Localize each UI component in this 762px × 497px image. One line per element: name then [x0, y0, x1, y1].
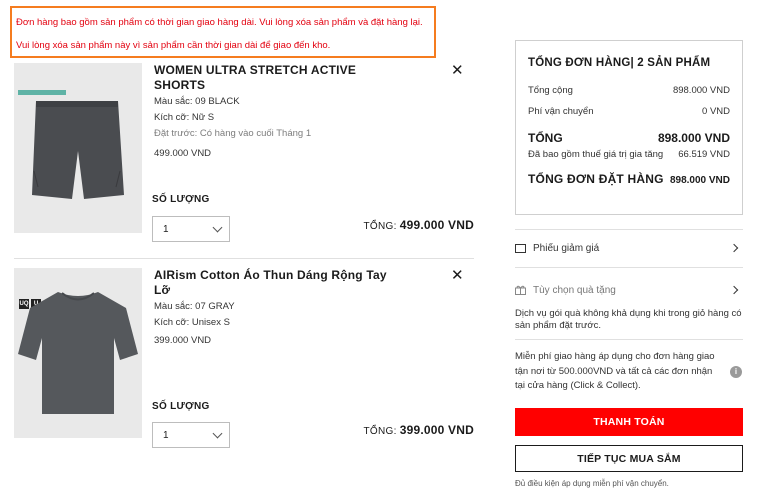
- total-value: 898.000 VND: [657, 131, 730, 145]
- free-shipping-note: Miễn phí giao hàng áp dụng cho đơn hàng …: [515, 351, 715, 391]
- grand-total-label: TỔNG ĐƠN ĐẶT HÀNG: [528, 172, 664, 186]
- quantity-select[interactable]: 1: [152, 216, 230, 242]
- shipping-row: Phí vận chuyển 0 VND: [528, 106, 730, 117]
- alert-line-1: Đơn hàng bao gồm sản phẩm có thời gian g…: [16, 17, 423, 28]
- subtotal-row: Tổng cộng 898.000 VND: [528, 85, 730, 96]
- item-total-label: TỔNG:: [363, 426, 397, 437]
- grand-total-value: 898.000 VND: [669, 175, 730, 186]
- product-image-shorts[interactable]: [14, 63, 142, 233]
- item-total: TỔNG: 499.000 VND: [363, 218, 474, 232]
- tax-label: Đã bao gồm thuế giá trị gia tăng: [528, 149, 664, 160]
- quantity-label: SỐ LƯỢNG: [152, 194, 210, 205]
- chevron-right-icon: [729, 285, 739, 295]
- chevron-right-icon: [729, 243, 739, 253]
- product-name[interactable]: WOMEN ULTRA STRETCH ACTIVE SHORTS: [154, 63, 404, 93]
- gift-option-row[interactable]: Tùy chọn quà tặng: [515, 280, 743, 300]
- free-shipping-eligible-note: Đủ điều kiện áp dụng miễn phí vận chuyển…: [515, 479, 669, 488]
- order-summary: TỔNG ĐƠN HÀNG| 2 SẢN PHẨM Tổng cộng 898.…: [515, 40, 743, 215]
- gift-icon: [515, 285, 526, 295]
- shipping-label: Phí vận chuyển: [528, 106, 594, 117]
- product-size: Kích cỡ: Unisex S: [154, 317, 230, 328]
- checkout-button[interactable]: THANH TOÁN: [515, 408, 743, 436]
- product-image-tshirt[interactable]: UQ U: [14, 268, 142, 438]
- item-total: TỔNG: 399.000 VND: [363, 423, 474, 437]
- product-color: Màu sắc: 09 BLACK: [154, 96, 240, 107]
- quantity-value: 1: [163, 223, 169, 235]
- quantity-select[interactable]: 1: [152, 422, 230, 448]
- coupon-row[interactable]: Phiếu giảm giá: [515, 238, 743, 258]
- product-color: Màu sắc: 07 GRAY: [154, 301, 235, 312]
- quantity-label: SỐ LƯỢNG: [152, 401, 210, 412]
- tax-row: Đã bao gồm thuế giá trị gia tăng 66.519 …: [528, 149, 730, 160]
- product-price: 499.000 VND: [154, 148, 212, 159]
- alert-line-2: Vui lòng xóa sản phẩm này vì sản phẩm cầ…: [16, 40, 331, 51]
- item-divider: [14, 258, 474, 259]
- cart-item-shorts: WOMEN ULTRA STRETCH ACTIVE SHORTS ✕ Màu …: [14, 63, 474, 243]
- remove-item-icon[interactable]: ✕: [451, 268, 464, 283]
- coupon-icon: [515, 243, 526, 253]
- coupon-label: Phiếu giảm giá: [533, 242, 600, 254]
- product-meta: Màu sắc: 07 GRAY Kích cỡ: Unisex S: [154, 299, 235, 331]
- summary-title: TỔNG ĐƠN HÀNG| 2 SẢN PHẨM: [528, 57, 711, 69]
- quantity-value: 1: [163, 429, 169, 441]
- grand-total-row: TỔNG ĐƠN ĐẶT HÀNG 898.000 VND: [528, 172, 730, 186]
- gift-option-label: Tùy chọn quà tặng: [533, 284, 616, 296]
- chevron-down-icon: [212, 428, 223, 438]
- total-label: TỔNG: [528, 131, 563, 145]
- side-divider: [515, 229, 743, 230]
- gift-note: Dịch vụ gói quà không khả dụng khi trong…: [515, 308, 742, 331]
- item-total-label: TỔNG:: [363, 221, 397, 232]
- shipping-value: 0 VND: [702, 106, 730, 117]
- continue-shopping-button[interactable]: TIẾP TỤC MUA SẮM: [515, 445, 743, 472]
- subtotal-value: 898.000 VND: [672, 85, 730, 96]
- item-total-value: 499.000 VND: [399, 218, 474, 232]
- cart-item-tshirt: UQ U AIRism Cotton Áo Thun Dáng Rộng Tay …: [14, 268, 474, 448]
- product-price: 399.000 VND: [154, 335, 212, 346]
- remove-item-icon[interactable]: ✕: [451, 63, 464, 78]
- subtotal-label: Tổng cộng: [528, 85, 573, 96]
- product-preorder: Đặt trước: Có hàng vào cuối Tháng 1: [154, 128, 312, 139]
- item-total-value: 399.000 VND: [399, 423, 474, 437]
- product-meta: Màu sắc: 09 BLACK Kích cỡ: Nữ S Đặt trướ…: [154, 94, 311, 142]
- long-delivery-alert: Đơn hàng bao gồm sản phẩm có thời gian g…: [10, 6, 436, 58]
- product-size: Kích cỡ: Nữ S: [154, 112, 215, 123]
- info-icon[interactable]: i: [730, 366, 742, 378]
- chevron-down-icon: [212, 222, 223, 232]
- product-name[interactable]: AIRism Cotton Áo Thun Dáng Rộng Tay Lỡ: [154, 268, 404, 298]
- tax-value: 66.519 VND: [678, 149, 730, 160]
- side-divider: [515, 339, 743, 340]
- total-row: TỔNG 898.000 VND: [528, 131, 730, 145]
- side-divider: [515, 267, 743, 268]
